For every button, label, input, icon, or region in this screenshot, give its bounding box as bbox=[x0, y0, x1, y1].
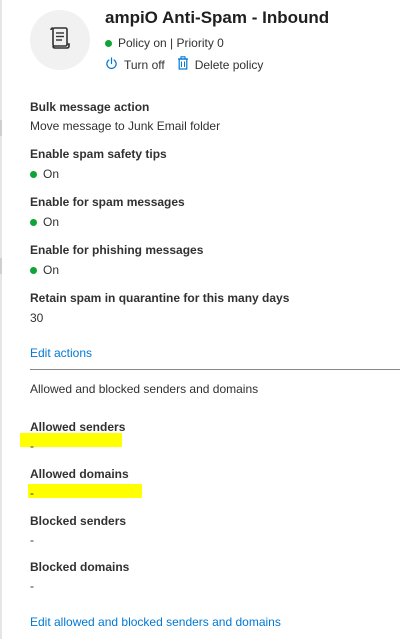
edge-mark bbox=[0, 258, 2, 274]
delete-policy-label: Delete policy bbox=[194, 57, 264, 72]
setting-label: Blocked senders bbox=[30, 514, 127, 528]
policy-title: ampiO Anti-Spam - Inbound bbox=[105, 8, 330, 27]
setting-value: Move message to Junk Email folder bbox=[30, 119, 221, 133]
setting-label: Enable spam safety tips bbox=[30, 147, 167, 161]
trash-icon bbox=[177, 56, 195, 73]
highlight-mark bbox=[28, 484, 142, 498]
setting-value-row: On bbox=[30, 215, 59, 229]
power-icon bbox=[105, 56, 124, 73]
highlight-mark bbox=[20, 433, 122, 447]
status-on-indicator bbox=[30, 266, 37, 274]
setting-value: 30 bbox=[30, 311, 44, 325]
section-divider bbox=[30, 369, 400, 370]
setting-value: - bbox=[30, 439, 34, 453]
policy-header: ampiO Anti-Spam - Inbound Policy on | Pr… bbox=[30, 8, 390, 80]
policy-status: Policy on | Priority 0 bbox=[105, 36, 224, 50]
status-on-indicator bbox=[105, 39, 112, 47]
setting-value: - bbox=[30, 533, 34, 547]
turn-off-label: Turn off bbox=[124, 57, 165, 72]
setting-label: Enable for spam messages bbox=[30, 195, 185, 209]
setting-label: Blocked domains bbox=[30, 560, 130, 574]
policy-status-text: Policy on | Priority 0 bbox=[118, 36, 224, 50]
setting-value: On bbox=[43, 215, 60, 229]
setting-label: Allowed domains bbox=[30, 467, 129, 481]
setting-value: On bbox=[43, 263, 60, 277]
setting-label: Bulk message action bbox=[30, 100, 150, 114]
panel-left-edge bbox=[0, 0, 2, 639]
policy-avatar bbox=[30, 10, 90, 70]
setting-value-row: On bbox=[30, 263, 59, 277]
setting-label: Allowed senders bbox=[30, 420, 126, 434]
section-heading: Allowed and blocked senders and domains bbox=[30, 382, 259, 396]
setting-value: - bbox=[30, 579, 34, 593]
setting-value-row: On bbox=[30, 167, 59, 181]
status-on-indicator bbox=[30, 170, 37, 178]
status-on-indicator bbox=[30, 218, 37, 226]
delete-policy-button[interactable]: Delete policy bbox=[177, 56, 264, 73]
edge-mark bbox=[0, 120, 2, 136]
edit-actions-link[interactable]: Edit actions bbox=[30, 346, 92, 360]
scroll-document-icon bbox=[49, 26, 71, 55]
setting-label: Retain spam in quarantine for this many … bbox=[30, 291, 290, 305]
setting-label: Enable for phishing messages bbox=[30, 243, 204, 257]
turn-off-button[interactable]: Turn off bbox=[105, 56, 165, 73]
policy-actions: Turn off Delete policy bbox=[105, 56, 263, 73]
setting-value: - bbox=[30, 486, 34, 500]
edit-senders-domains-link[interactable]: Edit allowed and blocked senders and dom… bbox=[30, 615, 281, 629]
setting-value: On bbox=[43, 167, 60, 181]
